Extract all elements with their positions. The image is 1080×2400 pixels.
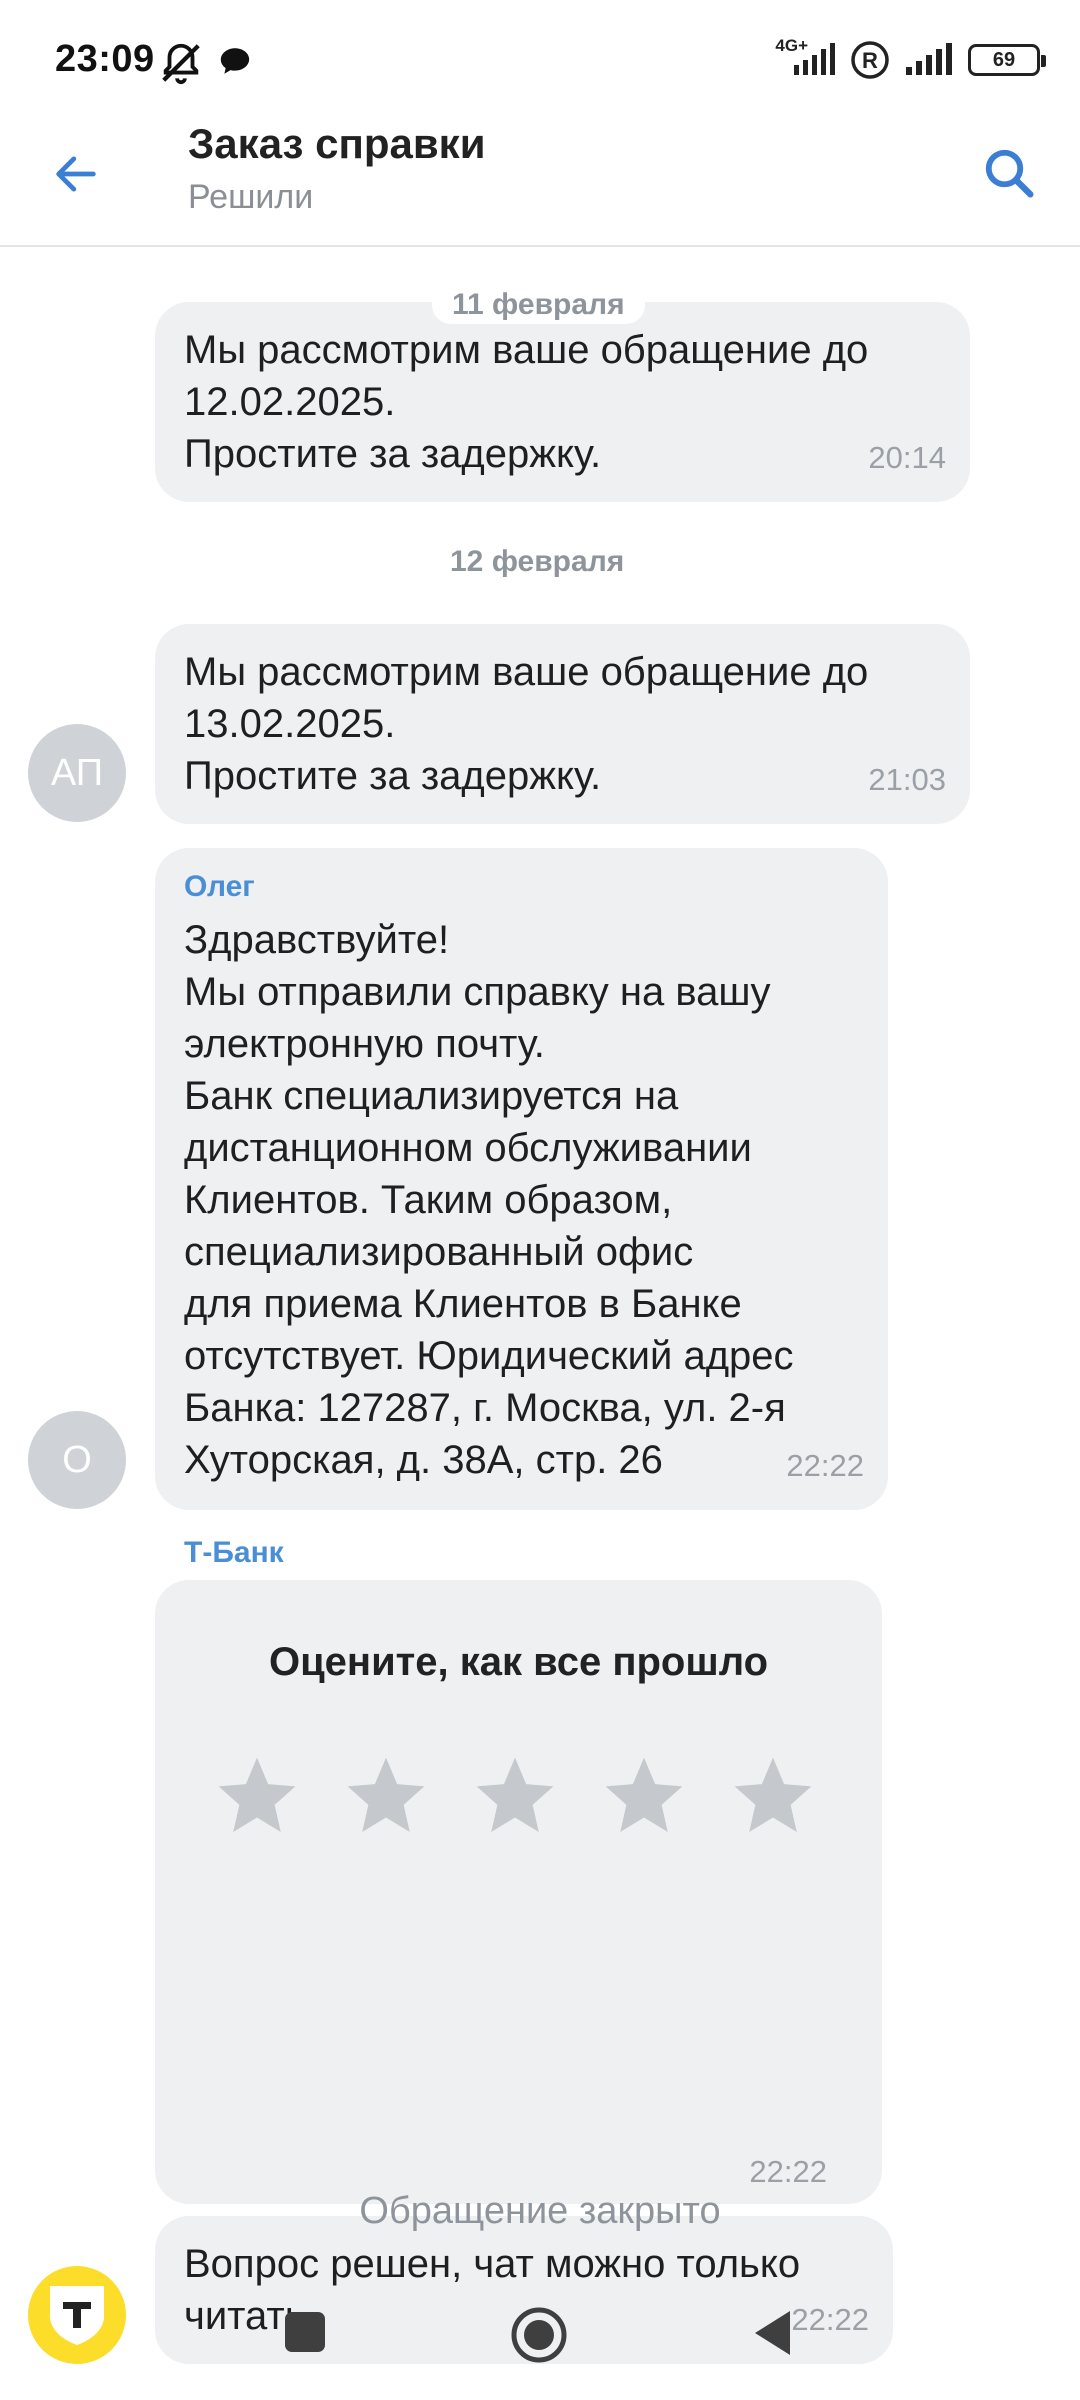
message-text: Здравствуйте! Мы отправили справку на ва… [184, 918, 794, 1482]
star-icon[interactable] [340, 1750, 432, 1842]
star-icon[interactable] [211, 1750, 303, 1842]
rating-card: Оцените, как все прошло 22:22 [155, 1580, 882, 2204]
sender-name: Т-Банк [184, 1536, 284, 1569]
message-time: 22:22 [786, 1448, 864, 1483]
mute-icon [162, 43, 200, 85]
search-button[interactable] [974, 138, 1044, 208]
page-title: Заказ справки [188, 120, 486, 167]
date-separator: 12 февраля [430, 543, 645, 581]
star-icon[interactable] [727, 1750, 819, 1842]
signal-icon [906, 43, 952, 75]
status-time: 23:09 [55, 38, 155, 80]
star-rating[interactable] [211, 1750, 819, 1842]
chat-closed-label: Обращение закрыто [359, 2190, 721, 2232]
battery-icon: 69 [968, 44, 1046, 76]
chat-messages[interactable]: Мы рассмотрим ваше обращение до 12.02.20… [0, 248, 1080, 2364]
status-right: 4G+ R 69 [775, 36, 1046, 84]
back-nav-button[interactable] [752, 2308, 794, 2358]
recents-button[interactable] [283, 2310, 327, 2354]
message-time: 21:03 [868, 762, 946, 797]
chat-header: Заказ справки Решили [0, 120, 1080, 247]
date-separator: 11 февраля [432, 286, 645, 324]
message-text: Мы рассмотрим ваше обращение до 13.02.20… [184, 650, 869, 798]
message-bubble[interactable]: Мы рассмотрим ваше обращение до 12.02.20… [155, 302, 970, 502]
home-button[interactable] [510, 2306, 568, 2364]
battery-level: 69 [992, 48, 1016, 71]
message-bubble[interactable]: Олег Здравствуйте! Мы отправили справку … [155, 848, 888, 1510]
search-icon [985, 149, 1034, 198]
star-icon[interactable] [598, 1750, 690, 1842]
svg-text:R: R [862, 48, 878, 73]
star-icon[interactable] [469, 1750, 561, 1842]
status-bar: 23:09 4G+ R 69 [0, 0, 1080, 120]
message-bubble[interactable]: Мы рассмотрим ваше обращение до 13.02.20… [155, 624, 970, 824]
arrow-left-icon [56, 156, 96, 192]
rating-title: Оцените, как все прошло [268, 1640, 769, 1684]
message-time: 22:22 [749, 2154, 827, 2189]
system-navbar [0, 2280, 1080, 2400]
network-type: 4G+ [775, 36, 808, 55]
back-button[interactable] [44, 142, 108, 206]
sender-name: Олег [184, 870, 255, 903]
chat-bubble-icon [220, 48, 250, 74]
message-text: Мы рассмотрим ваше обращение до 12.02.20… [184, 328, 869, 476]
avatar[interactable]: О [28, 1411, 126, 1509]
roaming-r-icon: R [851, 41, 889, 79]
page-subtitle: Решили [188, 178, 314, 216]
message-time: 20:14 [868, 440, 946, 475]
avatar[interactable]: АП [28, 724, 126, 822]
